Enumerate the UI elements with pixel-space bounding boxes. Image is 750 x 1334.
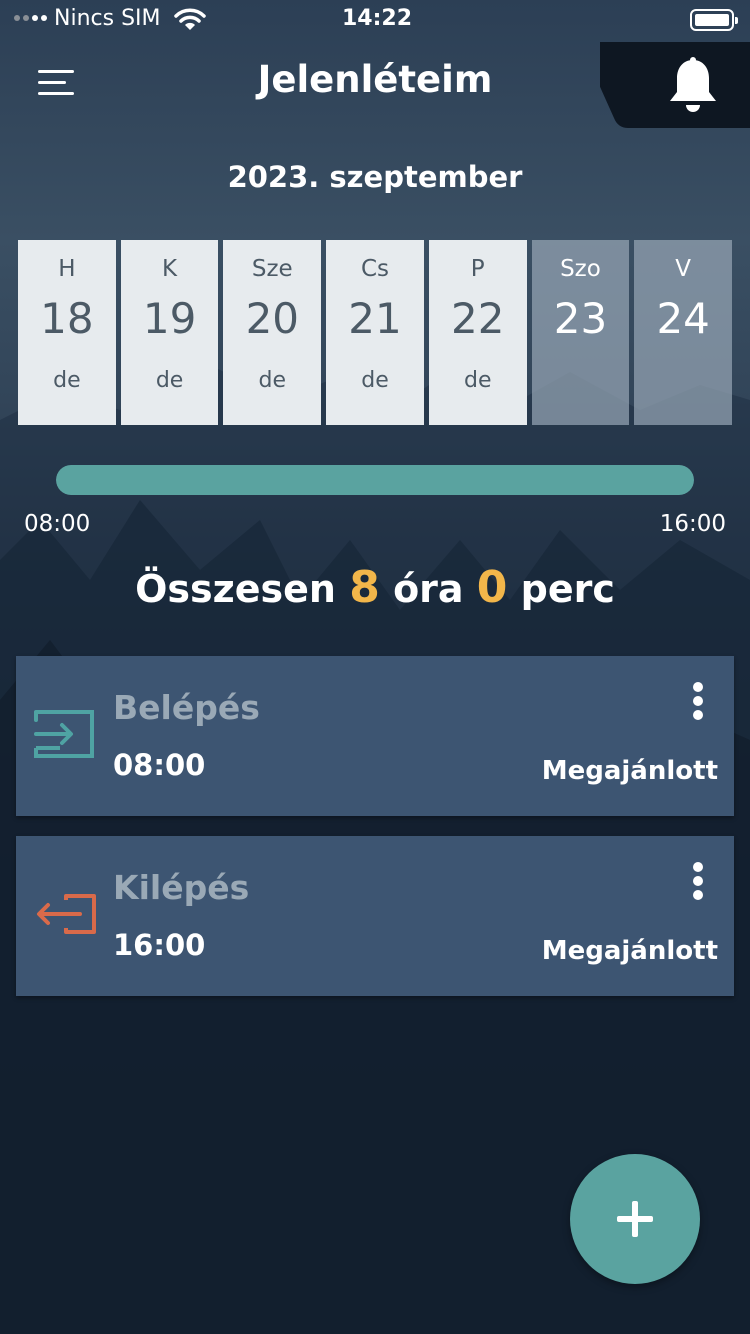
status-time: 14:22: [342, 6, 413, 31]
total-hours-unit: óra: [393, 567, 464, 611]
worktime-bar: [56, 465, 694, 495]
week-day-selector: H 18 de K 19 de Sze 20 de Cs 21 de P 22 …: [18, 240, 733, 425]
day-friday[interactable]: P 22 de: [428, 240, 527, 425]
day-thursday[interactable]: Cs 21 de: [326, 240, 424, 425]
total-prefix: Összesen: [135, 567, 336, 611]
more-options-button[interactable]: [690, 862, 706, 902]
total-summary: Összesen 8 óra 0 perc: [0, 562, 750, 613]
entry-label: Kilépés: [113, 868, 250, 907]
entry-status: Megajánlott: [541, 756, 718, 786]
day-monday[interactable]: H 18 de: [18, 240, 116, 425]
entry-status: Megajánlott: [541, 936, 718, 966]
timeline-start: 08:00: [24, 511, 91, 537]
total-minutes: 0: [476, 562, 508, 613]
entry-label: Belépés: [113, 688, 260, 727]
signal-icon: [14, 15, 47, 21]
notifications-button[interactable]: [665, 56, 721, 114]
day-wednesday[interactable]: Sze 20 de: [223, 240, 322, 425]
more-icon: [693, 682, 703, 692]
logout-icon: [37, 894, 96, 934]
worktime-bar-fill: [56, 465, 694, 495]
total-minutes-unit: perc: [520, 567, 615, 611]
bell-icon: [670, 57, 716, 112]
carrier-label: Nincs SIM: [54, 6, 161, 31]
total-hours: 8: [349, 562, 380, 613]
entry-time: 16:00: [113, 928, 206, 962]
day-tuesday[interactable]: K 19 de: [120, 240, 219, 425]
timeline-end: 16:00: [659, 511, 726, 537]
month-label: 2023. szeptember: [227, 160, 523, 194]
entry-card-login[interactable]: Belépés 08:00 Megajánlott: [16, 656, 734, 816]
login-icon: [34, 710, 94, 758]
add-entry-button[interactable]: [570, 1154, 700, 1284]
day-saturday[interactable]: Szo 23: [531, 240, 630, 425]
battery-icon: [690, 9, 738, 31]
status-bar: Nincs SIM 14:22: [0, 0, 750, 40]
entry-time: 08:00: [113, 748, 206, 782]
day-sunday[interactable]: V 24: [634, 240, 733, 425]
more-icon: [693, 862, 703, 872]
more-options-button[interactable]: [690, 682, 706, 722]
entry-card-logout[interactable]: Kilépés 16:00 Megajánlott: [16, 836, 734, 996]
wifi-icon: [174, 8, 206, 30]
